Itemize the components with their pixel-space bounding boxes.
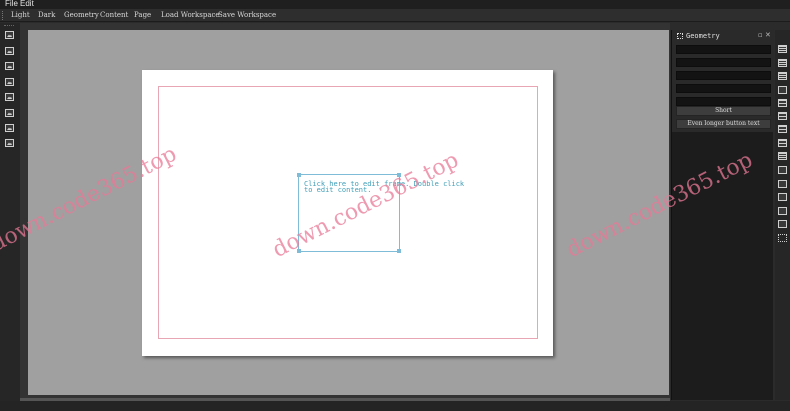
geometry-field-5[interactable]	[676, 97, 771, 106]
stack-icon[interactable]	[778, 139, 787, 147]
image-tool-5[interactable]	[5, 93, 16, 102]
image-tool-1[interactable]	[5, 31, 16, 40]
image-icon	[5, 31, 14, 39]
frame-corners-icon[interactable]	[778, 234, 787, 242]
layout-icon[interactable]	[778, 59, 787, 67]
image-icon	[5, 47, 14, 55]
list-icon[interactable]	[778, 112, 787, 120]
image-tool-8[interactable]	[5, 139, 16, 148]
align-icon[interactable]	[778, 45, 787, 53]
toolbar-geometry-button[interactable]: Geometry	[64, 11, 99, 19]
toolbar-load-workspace-button[interactable]: Load Workspace	[161, 11, 220, 19]
image-icon	[5, 93, 14, 101]
table-icon[interactable]	[778, 125, 787, 133]
image-icon[interactable]	[778, 207, 787, 215]
geometry-field-4[interactable]	[676, 84, 771, 93]
image-tool-2[interactable]	[5, 47, 16, 56]
panel-body: Short Even longer button text	[672, 42, 774, 132]
toolbar-light-button[interactable]: Light	[11, 11, 30, 19]
image-icon[interactable]	[778, 193, 787, 201]
rows-icon[interactable]	[778, 99, 787, 107]
right-toolbar	[775, 30, 790, 400]
image-icon[interactable]	[778, 86, 787, 94]
image-tool-3[interactable]	[5, 62, 16, 71]
grid-icon[interactable]	[778, 152, 787, 160]
frame-handle[interactable]	[397, 249, 401, 253]
even-longer-button[interactable]: Even longer button text	[676, 119, 771, 129]
status-bar	[0, 401, 790, 411]
geometry-field-1[interactable]	[676, 45, 771, 54]
main-toolbar: Light Dark Geometry Content Page Load Wo…	[0, 9, 790, 22]
panel-header[interactable]: Geometry ▫ ✕	[672, 30, 774, 42]
geometry-field-3[interactable]	[676, 71, 771, 80]
toolbar-dark-button[interactable]: Dark	[38, 11, 55, 19]
geometry-panel: Geometry ▫ ✕ Short Even longer button te…	[671, 30, 774, 400]
image-icon	[5, 109, 14, 117]
menu-bar: File Edit	[0, 0, 790, 9]
left-toolbar	[0, 23, 20, 401]
geometry-field-2[interactable]	[676, 58, 771, 67]
columns-icon[interactable]	[778, 72, 787, 80]
frame-handle[interactable]	[297, 173, 301, 177]
image-icon	[5, 124, 14, 132]
geometry-icon	[677, 33, 683, 39]
image-icon[interactable]	[778, 220, 787, 228]
menu-file[interactable]: File	[5, 0, 18, 8]
panel-title: Geometry	[686, 32, 720, 40]
close-icon[interactable]: ✕	[765, 31, 771, 39]
float-icon[interactable]: ▫	[758, 31, 763, 39]
toolbar-grip[interactable]	[2, 11, 4, 20]
toolbar-page-button[interactable]: Page	[134, 11, 151, 19]
image-icon	[5, 78, 14, 86]
image-icon	[5, 62, 14, 70]
image-icon[interactable]	[778, 180, 787, 188]
toolbar-save-workspace-button[interactable]: Save Workspace	[218, 11, 276, 19]
image-tool-7[interactable]	[5, 124, 16, 133]
image-tool-4[interactable]	[5, 78, 16, 87]
short-button[interactable]: Short	[676, 106, 771, 116]
image-tool-6[interactable]	[5, 109, 16, 118]
image-icon[interactable]	[778, 166, 787, 174]
image-icon	[5, 139, 14, 147]
menu-edit[interactable]: Edit	[20, 0, 34, 8]
left-toolbar-grip[interactable]	[4, 25, 14, 27]
toolbar-content-button[interactable]: Content	[100, 11, 128, 19]
